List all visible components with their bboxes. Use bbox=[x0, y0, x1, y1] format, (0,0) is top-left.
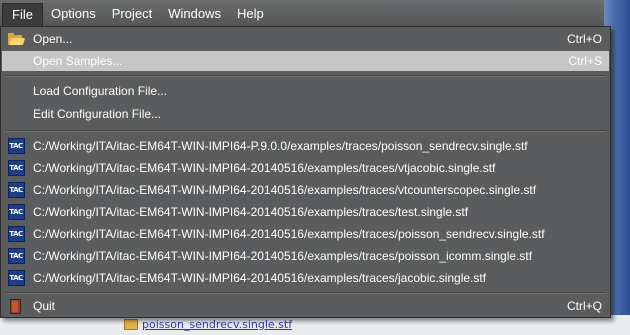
menu-item-open-samples[interactable]: Open Samples... Ctrl+S bbox=[2, 51, 609, 71]
menu-options[interactable]: Options bbox=[43, 3, 104, 25]
menu-item-label: Load Configuration File... bbox=[33, 84, 168, 98]
menu-item-load-config[interactable]: Load Configuration File... bbox=[2, 81, 609, 101]
menu-project[interactable]: Project bbox=[104, 3, 160, 25]
menu-help[interactable]: Help bbox=[229, 3, 272, 25]
recent-file-label: C:/Working/ITA/itac-EM64T-WIN-IMPI64-201… bbox=[33, 271, 487, 285]
menu-item-shortcut: Ctrl+O bbox=[566, 32, 602, 46]
recent-file-label: C:/Working/ITA/itac-EM64T-WIN-IMPI64-201… bbox=[33, 227, 545, 241]
menu-item-edit-config[interactable]: Edit Configuration File... bbox=[2, 104, 609, 124]
recent-file-label: C:/Working/ITA/itac-EM64T-WIN-IMPI64-201… bbox=[33, 249, 533, 263]
tac-trace-icon: TAC bbox=[7, 270, 25, 286]
recent-file-item[interactable]: TAC C:/Working/ITA/itac-EM64T-WIN-IMPI64… bbox=[2, 180, 609, 200]
tac-trace-icon: TAC bbox=[7, 160, 25, 176]
recent-file-item[interactable]: TAC C:/Working/ITA/itac-EM64T-WIN-IMPI64… bbox=[2, 202, 609, 222]
tac-trace-icon: TAC bbox=[7, 138, 25, 154]
recent-file-label: C:/Working/ITA/itac-EM64T-WIN-IMPI64-201… bbox=[33, 161, 496, 175]
file-menu-dropdown: Open... Ctrl+O Open Samples... Ctrl+S Lo… bbox=[0, 26, 611, 318]
menu-item-label: Open... bbox=[33, 32, 73, 46]
recent-file-item[interactable]: TAC C:/Working/ITA/itac-EM64T-WIN-IMPI64… bbox=[2, 224, 609, 244]
menu-separator bbox=[5, 75, 605, 77]
tac-trace-icon: TAC bbox=[7, 226, 25, 242]
exit-door-icon bbox=[7, 298, 25, 314]
menu-item-open[interactable]: Open... Ctrl+O bbox=[2, 29, 609, 49]
tac-trace-icon: TAC bbox=[7, 182, 25, 198]
menu-separator bbox=[5, 130, 605, 132]
recent-file-item[interactable]: TAC C:/Working/ITA/itac-EM64T-WIN-IMPI64… bbox=[2, 158, 609, 178]
folder-open-icon bbox=[7, 31, 26, 47]
recent-file-item[interactable]: TAC C:/Working/ITA/itac-EM64T-WIN-IMPI64… bbox=[2, 246, 609, 266]
recent-file-label: C:/Working/ITA/itac-EM64T-WIN-IMPI64-201… bbox=[33, 205, 469, 219]
background-file-link[interactable]: poisson_sendrecv.single.stf bbox=[124, 317, 292, 331]
recent-file-item[interactable]: TAC C:/Working/ITA/itac-EM64T-WIN-IMPI64… bbox=[2, 268, 609, 288]
tac-trace-icon: TAC bbox=[7, 204, 25, 220]
background-file-list: poisson_sendrecv.single.stf bbox=[0, 315, 630, 335]
file-icon bbox=[124, 318, 138, 330]
menu-item-shortcut: Ctrl+S bbox=[568, 54, 602, 68]
recent-file-label: C:/Working/ITA/itac-EM64T-WIN-IMPI64-P.9… bbox=[33, 139, 528, 153]
recent-file-item[interactable]: TAC C:/Working/ITA/itac-EM64T-WIN-IMPI64… bbox=[2, 136, 609, 156]
menu-item-label: Quit bbox=[33, 299, 56, 313]
recent-file-label: C:/Working/ITA/itac-EM64T-WIN-IMPI64-201… bbox=[33, 183, 537, 197]
menu-item-label: Edit Configuration File... bbox=[33, 107, 162, 121]
menu-item-label: Open Samples... bbox=[33, 54, 123, 68]
menu-windows[interactable]: Windows bbox=[160, 3, 229, 25]
menubar: File Options Project Windows Help bbox=[0, 0, 604, 27]
menu-file[interactable]: File bbox=[2, 2, 43, 26]
tac-trace-icon: TAC bbox=[7, 248, 25, 264]
background-file-label: poisson_sendrecv.single.stf bbox=[142, 317, 293, 331]
menu-item-quit[interactable]: Quit Ctrl+Q bbox=[2, 296, 609, 316]
menu-separator bbox=[5, 292, 605, 294]
menu-item-shortcut: Ctrl+Q bbox=[566, 299, 602, 313]
